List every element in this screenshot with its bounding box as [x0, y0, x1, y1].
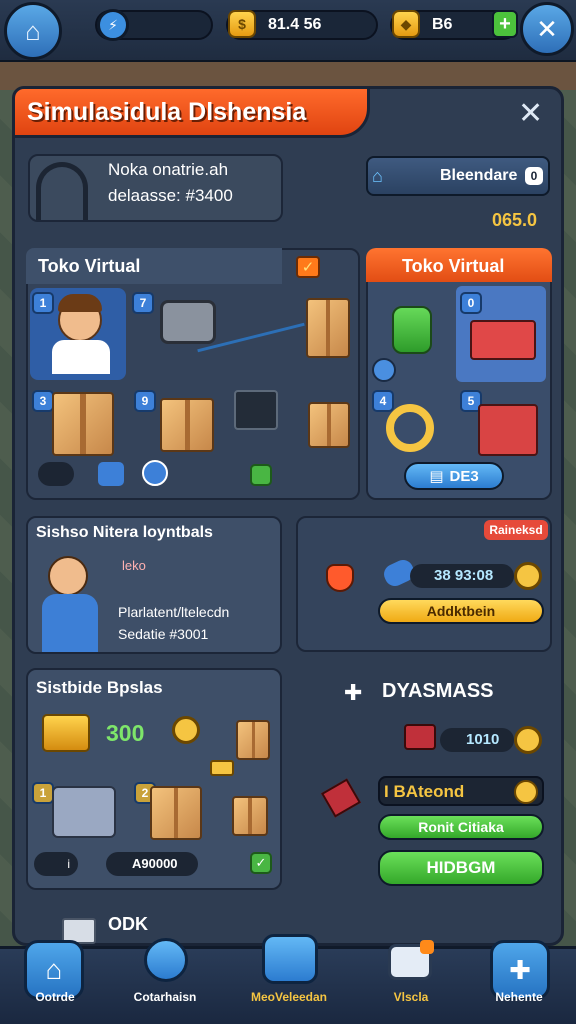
- nav-center-button[interactable]: [262, 934, 318, 984]
- tool-icon[interactable]: [98, 462, 124, 486]
- panel-close-icon[interactable]: ✕: [518, 96, 543, 131]
- crate-icon: [308, 402, 350, 448]
- check-icon[interactable]: [142, 460, 168, 486]
- toko-left-title: Toko Virtual: [38, 256, 141, 276]
- panel-title: Simulasidula Dlshensia: [12, 86, 370, 138]
- gear-icon[interactable]: [514, 562, 542, 590]
- coin-icon: [172, 716, 200, 744]
- crate-icon: [52, 392, 114, 456]
- coin-ring-icon: [386, 404, 434, 452]
- slot-badge-6: 4: [372, 390, 394, 412]
- seller-avatar: [48, 556, 88, 596]
- merchant-hair: [58, 294, 102, 312]
- gem-icon: ◆: [392, 10, 420, 38]
- profile-line1: Noka onatrie.ah: [108, 160, 229, 179]
- nav-label-3: MeoVeleedan: [250, 990, 328, 1004]
- storage-counter: A90000: [132, 856, 178, 871]
- barrel-icon: [392, 306, 432, 354]
- top-bar: ⌂ ⚡ 81.4 56 $ B6 ◆ + ✕: [0, 0, 576, 62]
- crate-icon: [236, 720, 270, 760]
- side-green-button[interactable]: Ronit Citiaka: [378, 814, 544, 840]
- headphones-icon: [36, 162, 88, 220]
- slot-badge-2: 7: [132, 292, 154, 314]
- nav-label-2: Cotarhaisn: [133, 990, 197, 1004]
- balance-value: 065.0: [492, 210, 538, 230]
- close-button[interactable]: ✕: [520, 2, 574, 56]
- nav-label-1: Ootrde: [35, 990, 75, 1004]
- mail-notification-dot: [420, 940, 434, 954]
- checkbox-icon[interactable]: ✓: [296, 256, 320, 278]
- seller-body: [42, 594, 98, 652]
- list-icon: ▤: [429, 468, 444, 485]
- crate-icon: [306, 298, 350, 358]
- coin-icon: $: [228, 10, 256, 38]
- slot-badge-5: 0: [460, 292, 482, 314]
- nav-shop-button[interactable]: [144, 938, 188, 982]
- toko-right-button[interactable]: ▤ DE3: [404, 462, 504, 490]
- profile-line2: delaasse: #3400: [108, 186, 233, 205]
- crate-icon: [160, 398, 214, 452]
- compass-icon: [514, 780, 538, 804]
- side-action-label: I BAteond: [384, 782, 465, 801]
- crate-icon: [232, 796, 268, 836]
- slot-badge-3: 3: [32, 390, 54, 412]
- gear-icon: [372, 358, 396, 382]
- balance-badge: 0: [525, 167, 543, 185]
- store-icon: ⌂: [372, 166, 383, 186]
- footer-label: ODK: [108, 914, 148, 934]
- seller-title: Sishso Nitera loyntbals: [36, 524, 213, 541]
- cart-icon: [404, 724, 436, 750]
- home-button[interactable]: ⌂: [4, 2, 62, 60]
- gem-value: B6: [432, 16, 453, 33]
- machine-icon: [160, 300, 216, 344]
- conveyor-icon: [234, 390, 278, 430]
- puzzle-icon: ✚: [344, 680, 363, 705]
- home-icon: ⌂: [45, 954, 63, 985]
- slot-badge-4: 9: [134, 390, 156, 412]
- slot-badge-1: 1: [32, 292, 54, 314]
- stats-badge: Raineksd: [484, 520, 548, 540]
- puzzle-icon: ✚: [509, 954, 531, 985]
- storage-badge-1: 1: [32, 782, 54, 804]
- seller-tag: leko: [122, 558, 146, 573]
- seller-line2: Sedatie #3001: [118, 626, 209, 642]
- close-icon: ✕: [536, 13, 558, 44]
- stats-action-button[interactable]: Addktbein: [378, 598, 544, 624]
- side-main-button[interactable]: HIDBGM: [378, 850, 544, 886]
- seller-line1: Plarlatent/ltelecdn: [118, 604, 230, 620]
- side-value: 1010: [466, 731, 500, 748]
- side-heading: DYASMASS: [382, 680, 494, 702]
- house-icon: ⌂: [25, 15, 41, 46]
- gear-icon[interactable]: [514, 726, 542, 754]
- confirm-icon[interactable]: ✓: [250, 852, 272, 874]
- building-icon: [478, 404, 538, 456]
- gold-bar-icon: [42, 714, 90, 752]
- energy-icon: ⚡: [97, 9, 129, 41]
- nav-label-5: Nehente: [495, 990, 543, 1004]
- storage-chip: i: [34, 852, 78, 876]
- ruby-icon: [326, 564, 354, 592]
- storage-title: Sistbide Bpslas: [36, 678, 163, 697]
- merchant-shirt: [52, 340, 110, 374]
- small-gold-icon: [210, 760, 234, 776]
- add-gems-button[interactable]: +: [492, 10, 518, 38]
- shop-icon: [470, 320, 536, 360]
- coin-value: 81.4 56: [268, 16, 322, 33]
- toko-right-title: Toko Virtual: [402, 256, 505, 276]
- crate-icon: [150, 786, 202, 840]
- balance-button[interactable]: Bleendare: [366, 156, 550, 196]
- stat-chip: [38, 462, 74, 486]
- nav-label-4: Vlscla: [393, 990, 429, 1004]
- confirm-icon[interactable]: [250, 464, 272, 486]
- stats-value: 38 93:08: [434, 567, 494, 584]
- storage-value: 300: [106, 720, 145, 746]
- register-icon: [52, 786, 116, 838]
